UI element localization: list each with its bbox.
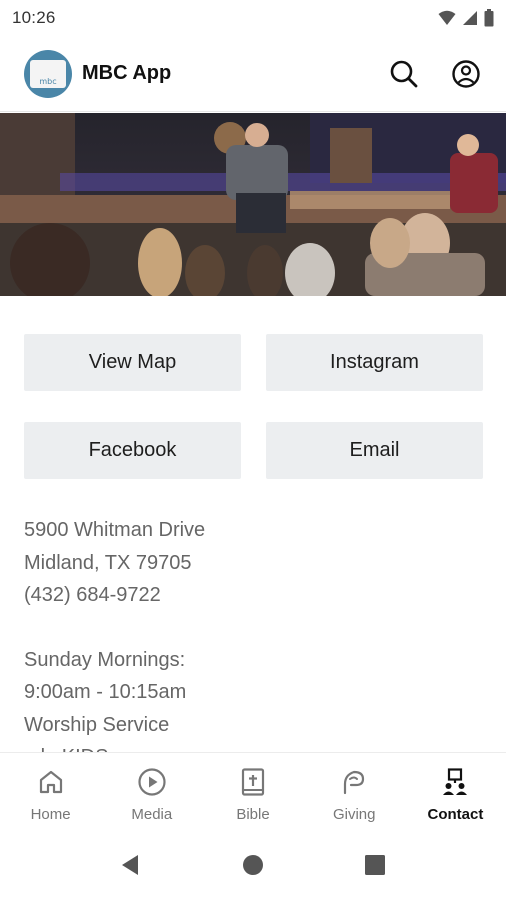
status-bar: 10:26: [0, 0, 506, 36]
nav-contact[interactable]: Contact: [405, 753, 506, 830]
home-button-icon[interactable]: [242, 854, 264, 876]
play-circle-icon: [137, 766, 167, 798]
address-line2: Midland, TX 79705: [24, 551, 192, 574]
facebook-button[interactable]: Facebook: [24, 422, 241, 479]
wifi-icon: [438, 10, 456, 25]
schedule-time: 9:00am - 10:15am: [24, 681, 187, 703]
bible-icon: [238, 766, 268, 798]
schedule-event: Worship Service: [24, 713, 170, 736]
app-actions: [388, 58, 482, 90]
search-icon: [390, 60, 418, 87]
account-button[interactable]: [450, 58, 482, 90]
account-icon: [452, 59, 480, 88]
schedule-next: mbcKIDS -: [24, 741, 484, 752]
logo-text: mbc: [39, 76, 57, 86]
nav-media[interactable]: Media: [101, 753, 202, 830]
back-icon[interactable]: [120, 854, 142, 876]
instagram-button[interactable]: Instagram: [266, 334, 483, 391]
app-title: MBC App: [82, 62, 172, 84]
view-map-button[interactable]: View Map: [24, 334, 241, 391]
nav-home-label: Home: [30, 806, 71, 823]
hero-photo: [0, 113, 506, 296]
cell-signal-icon: [463, 11, 477, 25]
nav-bible-label: Bible: [236, 806, 270, 823]
nav-media-label: Media: [131, 806, 173, 823]
search-button[interactable]: [388, 58, 420, 90]
status-time: 10:26: [12, 8, 56, 27]
contact-info: 5900 Whitman Drive Midland, TX 79705 (43…: [24, 514, 484, 752]
app-logo: mbc: [24, 49, 72, 98]
nav-contact-label: Contact: [427, 806, 484, 823]
nav-giving[interactable]: Giving: [304, 753, 405, 830]
schedule-heading: Sunday Mornings:: [24, 648, 186, 671]
battery-icon: [484, 9, 494, 27]
address-line1: 5900 Whitman Drive: [24, 519, 206, 541]
nav-giving-label: Giving: [332, 806, 376, 823]
giving-icon: [339, 766, 369, 798]
email-button[interactable]: Email: [266, 422, 483, 479]
nav-bible[interactable]: Bible: [202, 753, 303, 830]
home-icon: [36, 766, 66, 798]
nav-home[interactable]: Home: [0, 753, 101, 830]
app-bar: mbc MBC App: [0, 36, 506, 112]
system-nav-bar: [0, 830, 506, 900]
phone-number[interactable]: (432) 684-9722: [24, 579, 484, 612]
logo-badge: mbc: [30, 59, 66, 88]
recents-icon[interactable]: [364, 854, 386, 876]
contact-actions: View Map Instagram Facebook Email: [24, 334, 483, 479]
bottom-nav: Home Media Bible Giving Contact: [0, 752, 506, 830]
status-icons: [438, 9, 494, 27]
contact-icon: [440, 766, 470, 798]
hero-image: [0, 113, 506, 296]
